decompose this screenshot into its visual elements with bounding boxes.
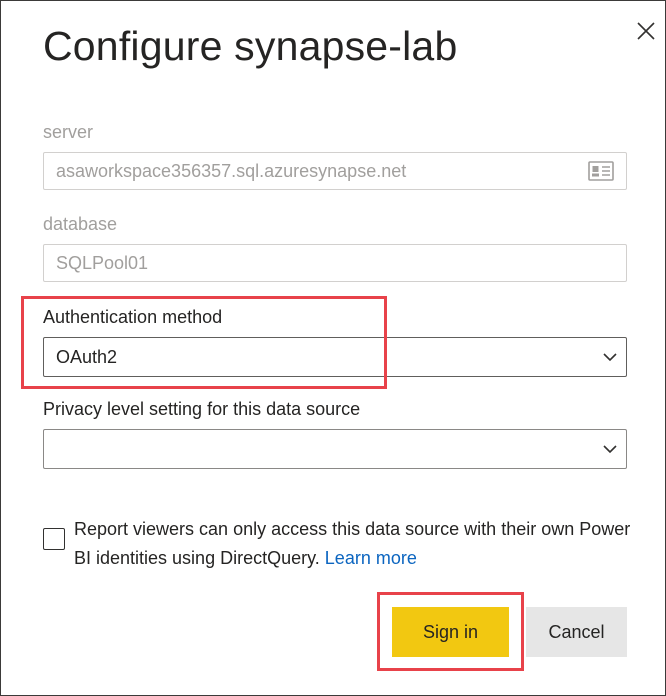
database-label: database [43,214,118,234]
server-value: asaworkspace356357.sql.azuresynapse.net [56,160,407,181]
chevron-down-icon [602,352,618,362]
privacy-level-select[interactable] [43,429,627,469]
cancel-button[interactable]: Cancel [526,607,627,657]
database-value: SQLPool01 [56,252,149,273]
chevron-down-icon [602,444,618,454]
privacy-level-label: Privacy level setting for this data sour… [43,399,361,419]
sign-in-button[interactable]: Sign in [392,607,509,657]
configure-dialog: Configure synapse-lab server asaworkspac… [0,0,666,696]
server-field: asaworkspace356357.sql.azuresynapse.net [43,152,627,190]
database-field: SQLPool01 [43,244,627,282]
contact-card-icon [588,161,614,181]
directquery-identity-checkbox[interactable] [43,528,65,550]
auth-method-label: Authentication method [43,307,223,327]
close-icon [637,22,655,40]
directquery-identity-text: Report viewers can only access this data… [74,515,634,573]
server-label: server [43,122,94,142]
learn-more-link[interactable]: Learn more [325,548,417,568]
auth-method-select[interactable]: OAuth2 [43,337,627,377]
close-button[interactable] [633,17,659,45]
dialog-title: Configure synapse-lab [43,23,458,69]
auth-method-value: OAuth2 [56,346,118,367]
